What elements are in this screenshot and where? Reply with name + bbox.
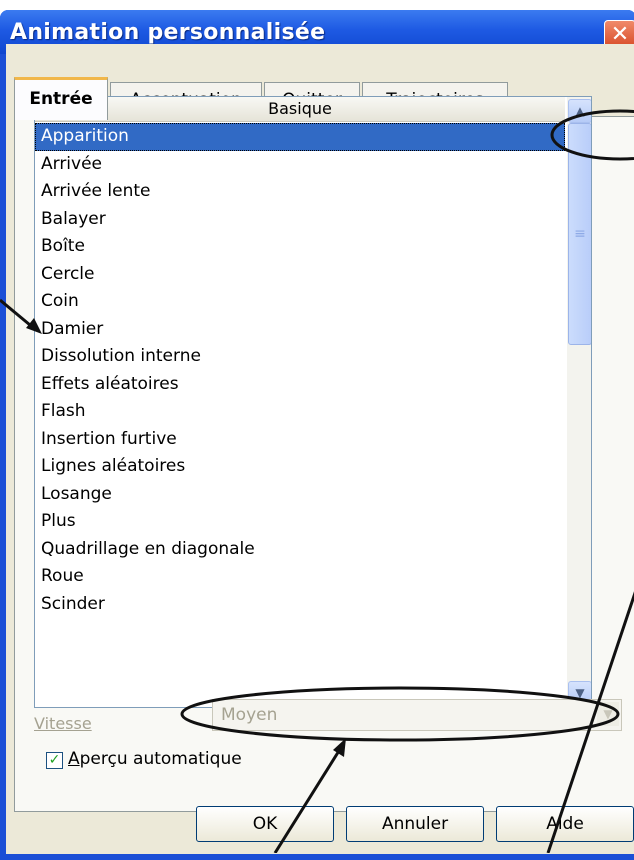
checkmark-icon: ✓	[48, 752, 61, 768]
tab-entree[interactable]: Entrée	[14, 77, 108, 120]
list-item[interactable]: Insertion furtive	[35, 426, 565, 454]
scroll-up-button[interactable]: ▲	[568, 99, 591, 123]
tab-label: Entrée	[29, 89, 93, 109]
list-item[interactable]: Roue	[35, 563, 565, 591]
list-item[interactable]: Boîte	[35, 233, 565, 261]
list-item[interactable]: Dissolution interne	[35, 343, 565, 371]
effects-listbox[interactable]: Basique Apparition Arrivée Arrivée lente…	[34, 96, 592, 708]
list-item[interactable]: Flash	[35, 398, 565, 426]
speed-dropdown[interactable]: Moyen ▼	[212, 699, 622, 731]
speed-label: Vitesse	[34, 714, 92, 733]
list-item[interactable]: Cercle	[35, 261, 565, 289]
auto-preview-label[interactable]: Aperçu automatique	[68, 749, 242, 769]
ok-button[interactable]: OK	[196, 806, 334, 842]
list-item[interactable]: Coin	[35, 288, 565, 316]
list-item[interactable]: Plus	[35, 508, 565, 536]
help-button[interactable]: Aide	[496, 806, 634, 842]
list-item[interactable]: Scinder	[35, 591, 565, 619]
list-item[interactable]: Losange	[35, 481, 565, 509]
cancel-button[interactable]: Annuler	[346, 806, 484, 842]
list-group-header: Basique	[35, 97, 565, 122]
list-item[interactable]: Quadrillage en diagonale	[35, 536, 565, 564]
list-item[interactable]: Effets aléatoires	[35, 371, 565, 399]
list-item[interactable]: Apparition	[35, 123, 565, 151]
window-title: Animation personnalisée	[10, 20, 326, 45]
list-item[interactable]: Balayer	[35, 206, 565, 234]
list-item[interactable]: Damier	[35, 316, 565, 344]
auto-preview-label-text: perçu automatique	[79, 749, 242, 769]
list-item[interactable]: Arrivée	[35, 151, 565, 179]
chevron-up-icon: ▲	[575, 104, 585, 118]
chevron-down-icon: ▼	[575, 686, 585, 700]
auto-preview-checkbox[interactable]: ✓	[46, 752, 63, 769]
list-item[interactable]: Arrivée lente	[35, 178, 565, 206]
effects-list: Apparition Arrivée Arrivée lente Balayer…	[35, 123, 565, 618]
chevron-down-icon[interactable]: ▼	[597, 702, 619, 726]
accelerator-key: A	[68, 749, 80, 769]
vertical-scrollbar[interactable]: ▲ ≡ ▼	[567, 97, 591, 707]
list-item[interactable]: Lignes aléatoires	[35, 453, 565, 481]
speed-value: Moyen	[221, 705, 278, 725]
scroll-thumb[interactable]: ≡	[568, 123, 591, 345]
